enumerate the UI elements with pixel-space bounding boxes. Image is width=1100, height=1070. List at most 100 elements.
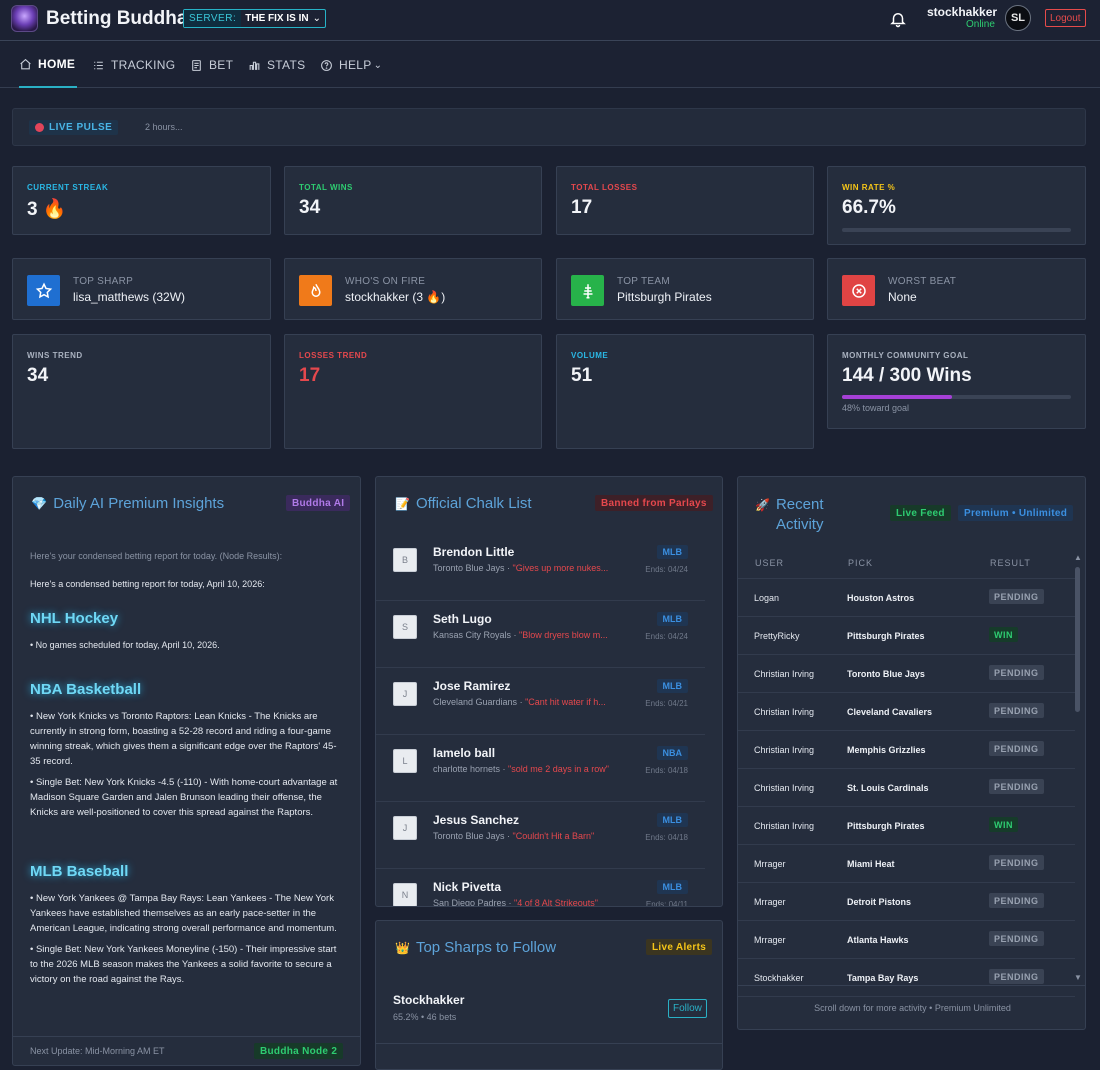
main-nav: HOME TRACKING BET STATS HELP ⌄	[0, 42, 1100, 88]
section-line: • New York Yankees @ Tampa Bay Rays: Lea…	[30, 893, 337, 934]
player-name: Brendon Little	[433, 545, 515, 559]
ends-date: Ends: 04/18	[645, 766, 688, 775]
result-badge: PENDING	[989, 969, 1044, 984]
divider	[376, 1043, 722, 1044]
tab-bet[interactable]: BET	[190, 42, 233, 88]
league-badge: MLB	[656, 679, 688, 693]
app-title[interactable]: Betting Buddha	[46, 8, 187, 30]
activity-user: Mrrager	[754, 897, 786, 907]
insights-title: 💎 Daily AI Premium Insights	[31, 495, 225, 512]
activity-user: Logan	[754, 593, 780, 603]
activity-row: Stockhakker Tampa Bay Rays PENDING	[738, 959, 1075, 997]
community-goal-card: MONTHLY COMMUNITY GOAL 144 / 300 Wins 48…	[827, 334, 1086, 429]
live-pulse-badge: LIVE PULSE	[29, 120, 119, 135]
ends-date: Ends: 04/24	[645, 632, 688, 641]
activity-row: Christian Irving Cleveland Cavaliers PENDI…	[738, 693, 1075, 731]
app-logo[interactable]	[11, 5, 38, 32]
activity-user: Christian Irving	[754, 707, 815, 717]
tab-home-label: HOME	[38, 57, 76, 71]
insights-section-nhl: NHL Hockey • No games scheduled for toda…	[30, 611, 340, 653]
scrollbar-thumb[interactable]	[1075, 567, 1080, 712]
result-badge: PENDING	[989, 779, 1044, 794]
activity-user: Christian Irving	[754, 669, 815, 679]
league-badge: MLB	[656, 612, 688, 626]
chalk-row[interactable]: Llamelo ball charlotte hornets · "sold me…	[376, 735, 705, 802]
player-name: Seth Lugo	[433, 612, 492, 626]
scroll-down-icon[interactable]: ▼	[1074, 973, 1082, 982]
bell-icon[interactable]	[889, 10, 907, 28]
insights-section-mlb: MLB Baseball • New York Yankees @ Tampa …	[30, 864, 340, 987]
premium-badge: Premium • Unlimited	[958, 505, 1074, 521]
total-losses-value: 17	[571, 197, 593, 218]
top-sharp-card: TOP SHARP lisa_matthews (32W)	[12, 258, 271, 320]
player-sub: Toronto Blue Jays · "Gives up more nukes…	[433, 563, 609, 573]
activity-row: Christian Irving St. Louis Cardinals PENDI…	[738, 769, 1075, 807]
section-line: • No games scheduled for today, April 10…	[30, 640, 220, 650]
ends-date: Ends: 04/24	[645, 565, 688, 574]
buddha-ai-badge: Buddha AI	[286, 495, 351, 511]
worst-beat-label: WORST BEAT	[888, 276, 957, 287]
tab-stats-label: STATS	[267, 58, 306, 72]
activity-row: Logan Houston Astros PENDING	[738, 579, 1075, 617]
bar-chart-icon	[249, 61, 260, 70]
live-feed-badge: Live Feed	[890, 505, 951, 521]
tab-help[interactable]: HELP ⌄	[320, 42, 382, 88]
chalk-row[interactable]: B Brendon Little Toronto Blue Jays · "Give…	[376, 534, 705, 601]
banned-badge: Banned from Parlays	[595, 495, 713, 511]
flame-icon: 🔥	[42, 199, 67, 220]
tab-tracking[interactable]: TRACKING	[92, 42, 175, 88]
result-badge: PENDING	[989, 665, 1044, 680]
activity-row: Mrrager Detroit Pistons PENDING	[738, 883, 1075, 921]
divider	[738, 985, 1085, 986]
player-avatar: B	[393, 548, 417, 572]
on-fire-label: WHO'S ON FIRE	[345, 276, 426, 287]
wins-trend-label: WINS TREND	[27, 351, 83, 360]
current-streak-value: 3 🔥	[27, 199, 67, 220]
community-goal-value: 144 / 300 Wins	[842, 365, 972, 386]
result-badge: PENDING	[989, 855, 1044, 870]
crown-icon: 👑	[395, 940, 410, 955]
community-goal-bar	[842, 395, 1071, 399]
chalk-row[interactable]: J Jose Ramirez Cleveland Guardians · "Cant…	[376, 668, 705, 735]
player-avatar: S	[393, 615, 417, 639]
total-wins-card: TOTAL WINS 34	[284, 166, 542, 235]
activity-pick: Miami Heat	[847, 859, 895, 869]
chalk-row[interactable]: J Jesus Sanchez Toronto Blue Jays · "Could…	[376, 802, 705, 869]
activity-pick: St. Louis Cardinals	[847, 783, 929, 793]
avatar[interactable]: SL	[1005, 5, 1031, 31]
chalk-row[interactable]: S Seth Lugo Kansas City Royals · "Blow dry…	[376, 601, 705, 668]
player-sub: Kansas City Royals · "Blow dryers blow m…	[433, 630, 608, 640]
activity-row: PrettyRicky Pittsburgh Pirates WIN	[738, 617, 1075, 655]
activity-pick: Tampa Bay Rays	[847, 973, 919, 983]
follow-button[interactable]: Follow	[668, 999, 707, 1018]
win-rate-label: WIN RATE %	[842, 183, 896, 192]
activity-user: Christian Irving	[754, 745, 815, 755]
activity-pick: Toronto Blue Jays	[847, 669, 925, 679]
activity-row: Christian Irving Pittsburgh Pirates WIN	[738, 807, 1075, 845]
server-label: SERVER:	[184, 10, 242, 27]
activity-footer: Scroll down for more activity • Premium …	[814, 1003, 1011, 1013]
top-sharps-title: 👑 Top Sharps to Follow	[395, 939, 557, 956]
col-user: USER	[755, 558, 785, 568]
tab-home[interactable]: HOME	[19, 42, 78, 88]
player-avatar: J	[393, 816, 417, 840]
on-fire-card: WHO'S ON FIRE stockhakker (3 🔥)	[284, 258, 542, 320]
player-name: Jose Ramirez	[433, 679, 511, 693]
insights-footer-divider	[13, 1036, 360, 1037]
volume-label: VOLUME	[571, 351, 609, 360]
server-select[interactable]: SERVER: THE FIX IS IN ⌄	[183, 9, 326, 28]
chalk-list-panel: 📝 Official Chalk List Banned from Parlay…	[375, 476, 723, 907]
live-pulse-bar: LIVE PULSE 2 hours...	[12, 108, 1086, 146]
chalk-row[interactable]: N Nick Pivetta San Diego Padres · "4 of 8 …	[376, 869, 705, 907]
result-badge: PENDING	[989, 931, 1044, 946]
sharp-name: Stockhakker	[393, 993, 465, 1007]
rocket-icon: 🚀	[755, 498, 770, 512]
volume-value: 51	[571, 365, 593, 386]
tab-stats[interactable]: STATS	[248, 42, 305, 88]
activity-row: Mrrager Miami Heat PENDING	[738, 845, 1075, 883]
activity-scrollbar[interactable]: ▲ ▼	[1073, 553, 1083, 983]
scroll-up-icon[interactable]: ▲	[1074, 553, 1082, 562]
on-fire-value: stockhakker (3 🔥)	[345, 290, 446, 304]
player-sub: San Diego Padres · "4 of 8 Alt Strikeout…	[433, 898, 598, 907]
logout-button[interactable]: Logout	[1045, 9, 1086, 27]
